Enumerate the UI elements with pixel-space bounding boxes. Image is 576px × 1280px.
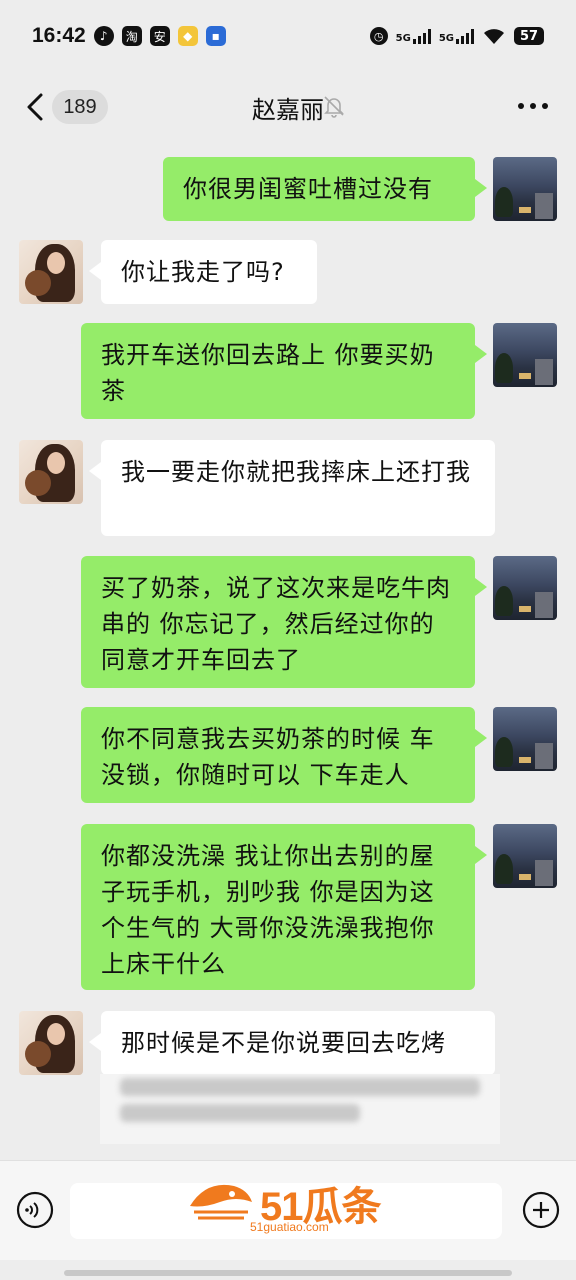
my-avatar[interactable] [493,323,557,387]
more-options-icon[interactable] [518,103,548,109]
voice-input-icon[interactable] [16,1191,54,1229]
my-avatar[interactable] [493,157,557,221]
shield-app-icon: ◆ [177,26,198,46]
chat-title: 赵嘉丽 [252,96,324,124]
message-bubble[interactable]: 我一要走你就把我摔床上还打我 [89,440,495,536]
message-bubble[interactable]: 我开车送你回去路上 你要买奶茶 [81,323,487,419]
watermark: 51瓜条 51guatiao.com [186,1170,406,1236]
tiktok-icon: ♪ [93,26,114,46]
taobao-icon: 淘 [121,26,142,46]
message-bubble[interactable]: 买了奶茶，说了这次来是吃牛肉串的 你忘记了，然后经过你的同意才开车回去了 [81,556,487,688]
bell-muted-icon [324,96,344,118]
message-bubble[interactable]: 你都没洗澡 我让你出去别的屋子玩手机，别吵我 你是因为这个生气的 大哥你没洗澡我… [81,824,487,990]
contact-avatar[interactable] [19,440,83,504]
network-type-1: 5G [395,33,411,44]
message-bubble[interactable]: 你让我走了吗? [89,240,317,304]
contact-avatar[interactable] [19,240,83,304]
message-app-icon: ▪ [205,26,226,46]
message-bubble[interactable]: 那时候是不是你说要回去吃烤 [89,1011,495,1075]
contact-avatar[interactable] [19,1011,83,1075]
signal-2: 5G [439,28,474,44]
watermark-logo-icon [190,1184,252,1220]
plus-icon[interactable] [522,1191,560,1229]
network-type-2: 5G [438,33,454,44]
signal-bars-icon [456,28,474,44]
signal-1: 5G [396,28,431,44]
alarm-icon: ◷ [369,27,388,45]
my-avatar[interactable] [493,556,557,620]
battery-icon: 57 [514,27,544,45]
security-icon: 安 [149,26,170,46]
wifi-icon [484,29,504,44]
status-bar: 16:42 ♪ 淘 安 ◆ ▪ ◷ 5G 5G 57 [0,0,576,72]
status-time: 16:42 [32,24,86,47]
home-indicator[interactable] [64,1270,512,1276]
my-avatar[interactable] [493,824,557,888]
message-bubble[interactable]: 你不同意我去买奶茶的时候 车没锁，你随时可以 下车走人 [81,707,487,803]
watermark-url: 51guatiao.com [250,1220,329,1234]
my-avatar[interactable] [493,707,557,771]
message-bubble[interactable]: 你很男闺蜜吐槽过没有 [163,157,487,221]
chat-header: 189 赵嘉丽 [0,72,576,142]
signal-bars-icon [412,28,431,44]
blurred-region [100,1074,500,1144]
